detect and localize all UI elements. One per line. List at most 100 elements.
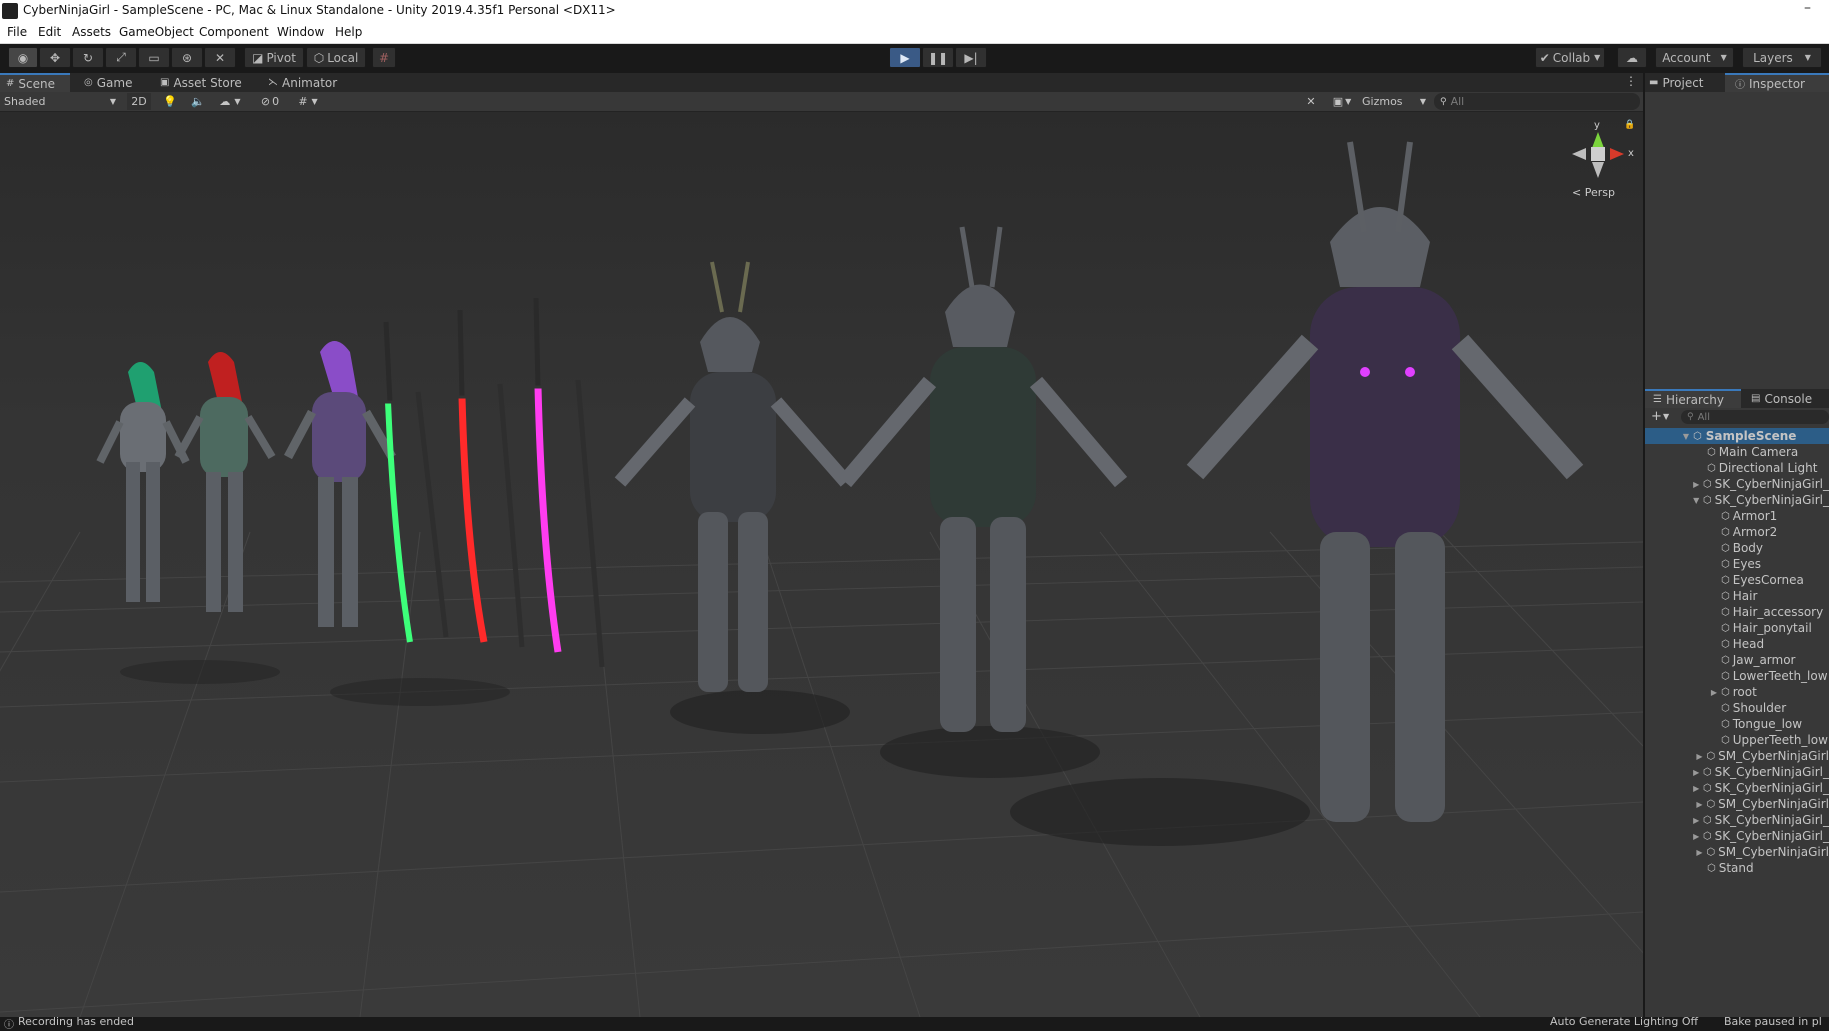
expand-arrow-icon[interactable]: ▶ [1692,832,1701,841]
tab-menu-icon[interactable]: ⋮ [1625,74,1637,88]
rect-tool-button[interactable]: ▭ [138,47,170,68]
hierarchy-item[interactable]: ⬡ LowerTeeth_low [1645,668,1829,684]
speaker-icon: 🔈 [191,95,205,108]
hierarchy-item[interactable]: ▶ ⬡ root [1645,684,1829,700]
hierarchy-item[interactable]: ⬡ UpperTeeth_low [1645,732,1829,748]
hierarchy-item[interactable]: ▼ ⬡ SK_CyberNinjaGirl_ [1645,492,1829,508]
hierarchy-item[interactable]: ⬡ Hair [1645,588,1829,604]
hierarchy-scene-row[interactable]: ▼ ⬡ SampleScene [1645,428,1829,444]
hierarchy-item[interactable]: ⬡ Main Camera [1645,444,1829,460]
tab-inspector[interactable]: ⓘ Inspector [1725,73,1829,92]
menu-edit[interactable]: Edit [38,25,61,39]
tab-inspector-label: Inspector [1749,76,1805,91]
hierarchy-item[interactable]: ⬡ Jaw_armor [1645,652,1829,668]
menu-component[interactable]: Component [199,25,269,39]
hierarchy-item[interactable]: ⬡ Armor2 [1645,524,1829,540]
hierarchy-item[interactable]: ⬡ Eyes [1645,556,1829,572]
expand-arrow-icon[interactable]: ▶ [1694,800,1704,809]
cloud-button[interactable]: ☁ [1617,47,1647,68]
gameobject-icon: ⬡ [1721,670,1730,682]
menu-help[interactable]: Help [335,25,362,39]
hierarchy-item[interactable]: ▶ ⬡ SM_CyberNinjaGirl [1645,748,1829,764]
hierarchy-search-input[interactable]: ⚲ All [1681,410,1829,424]
hierarchy-item[interactable]: ⬡ Directional Light [1645,460,1829,476]
persp-label[interactable]: < Persp [1572,186,1615,199]
hierarchy-item[interactable]: ⬡ Head [1645,636,1829,652]
expand-arrow-icon[interactable]: ▶ [1694,752,1704,761]
expand-arrow-icon[interactable]: ▼ [1692,496,1701,505]
rotate-tool-button[interactable]: ↻ [72,47,104,68]
status-message[interactable]: Recording has ended [18,1015,134,1028]
audio-toggle[interactable]: 🔈 [189,93,207,110]
gizmos-dropdown[interactable]: Gizmos ▼ [1362,93,1426,110]
hierarchy-item[interactable]: ⬡ Hair_ponytail [1645,620,1829,636]
hierarchy-item[interactable]: ⬡ EyesCornea [1645,572,1829,588]
shading-mode-dropdown[interactable]: Shaded ▼ [4,93,116,110]
transform-tool-button[interactable]: ⊛ [171,47,203,68]
menu-gameobject[interactable]: GameObject [119,25,194,39]
expand-arrow-icon[interactable]: ▶ [1692,816,1701,825]
expand-arrow-icon[interactable]: ▶ [1709,688,1719,697]
hierarchy-item[interactable]: ▶ ⬡ SK_CyberNinjaGirl_ [1645,828,1829,844]
hierarchy-item[interactable]: ⬡ Armor1 [1645,508,1829,524]
gameobject-icon: ⬡ [1721,558,1730,570]
lighting-toggle[interactable]: 💡 [161,93,179,110]
gameobject-icon: ⬡ [1721,590,1730,602]
effects-dropdown[interactable]: ☁ ▼ [214,93,246,110]
hierarchy-item[interactable]: ▶ ⬡ SM_CyberNinjaGirl [1645,844,1829,860]
orientation-gizmo[interactable]: y x 🔒 < Persp [1558,120,1638,204]
tab-animator[interactable]: ⋋ Animator [262,73,348,92]
add-icon[interactable]: + [1651,409,1662,424]
hand-tool-button[interactable]: ◉ [8,47,38,68]
scene-viewport[interactable]: y x 🔒 < Persp [0,112,1643,1017]
tab-project[interactable]: ▬ Project [1645,73,1725,92]
expand-arrow-icon[interactable]: ▶ [1694,848,1704,857]
hierarchy-item[interactable]: ▶ ⬡ SK_CyberNinjaGirl_ [1645,812,1829,828]
step-button[interactable]: ▶| [955,47,987,68]
eye-icon: ◉ [17,50,29,65]
hierarchy-item[interactable]: ▶ ⬡ SK_CyberNinjaGirl_ [1645,764,1829,780]
hierarchy-item[interactable]: ▶ ⬡ SM_CyberNinjaGirl [1645,796,1829,812]
menu-assets[interactable]: Assets [72,25,111,39]
menu-file[interactable]: File [7,25,27,39]
custom-tool-button[interactable]: ✕ [204,47,236,68]
account-dropdown[interactable]: Account ▼ [1655,47,1734,68]
tab-game[interactable]: ◎ Game [78,73,146,92]
tab-scene[interactable]: # Scene [0,73,70,92]
hierarchy-item-label: LowerTeeth_low [1732,669,1828,683]
hierarchy-item[interactable]: ⬡ Body [1645,540,1829,556]
hierarchy-item[interactable]: ▶ ⬡ SK_CyberNinjaGirl_ [1645,476,1829,492]
chevron-down-icon[interactable]: ▼ [1663,412,1669,421]
hierarchy-item[interactable]: ▶ ⬡ SK_CyberNinjaGirl_ [1645,780,1829,796]
tools-button[interactable]: ✕ [1302,93,1320,110]
expand-arrow-icon[interactable]: ▶ [1692,480,1701,489]
pivot-toggle[interactable]: ◪ Pivot [244,47,304,68]
camera-dropdown[interactable]: ▣ ▼ [1328,93,1356,110]
mode-2d-toggle[interactable]: 2D [127,93,151,110]
local-toggle[interactable]: ⬡ Local [306,47,366,68]
hierarchy-item[interactable]: ⬡ Hair_accessory [1645,604,1829,620]
collab-dropdown[interactable]: ✔ Collab ▼ [1535,47,1605,68]
move-tool-button[interactable]: ✥ [39,47,71,68]
play-button[interactable]: ▶ [889,47,921,68]
lock-icon[interactable]: 🔒 [1624,120,1635,130]
scale-tool-button[interactable]: ⤢ [105,47,137,68]
hidden-objects-toggle[interactable]: ⊘ 0 [256,93,284,110]
expand-arrow-icon[interactable]: ▶ [1692,784,1701,793]
layers-dropdown[interactable]: Layers ▼ [1742,47,1822,68]
grid-snap-button[interactable]: # [372,47,396,68]
minimize-button[interactable]: – [1804,0,1811,16]
scene-search-input[interactable]: ⚲ All [1434,93,1640,110]
menu-window[interactable]: Window [277,25,324,39]
grid-dropdown[interactable]: # ▼ [290,93,326,110]
tab-asset-store[interactable]: ▣ Asset Store [154,73,254,92]
tab-console[interactable]: ▤ Console [1747,389,1829,408]
expand-arrow-icon[interactable]: ▼ [1681,432,1691,441]
mode-2d-label: 2D [131,95,147,108]
expand-arrow-icon[interactable]: ▶ [1692,768,1701,777]
hierarchy-item[interactable]: ⬡ Tongue_low [1645,716,1829,732]
tab-hierarchy[interactable]: ☰ Hierarchy [1645,389,1741,408]
pause-button[interactable]: ❚❚ [922,47,954,68]
hierarchy-item[interactable]: ⬡ Shoulder [1645,700,1829,716]
hierarchy-item[interactable]: ⬡ Stand [1645,860,1829,876]
